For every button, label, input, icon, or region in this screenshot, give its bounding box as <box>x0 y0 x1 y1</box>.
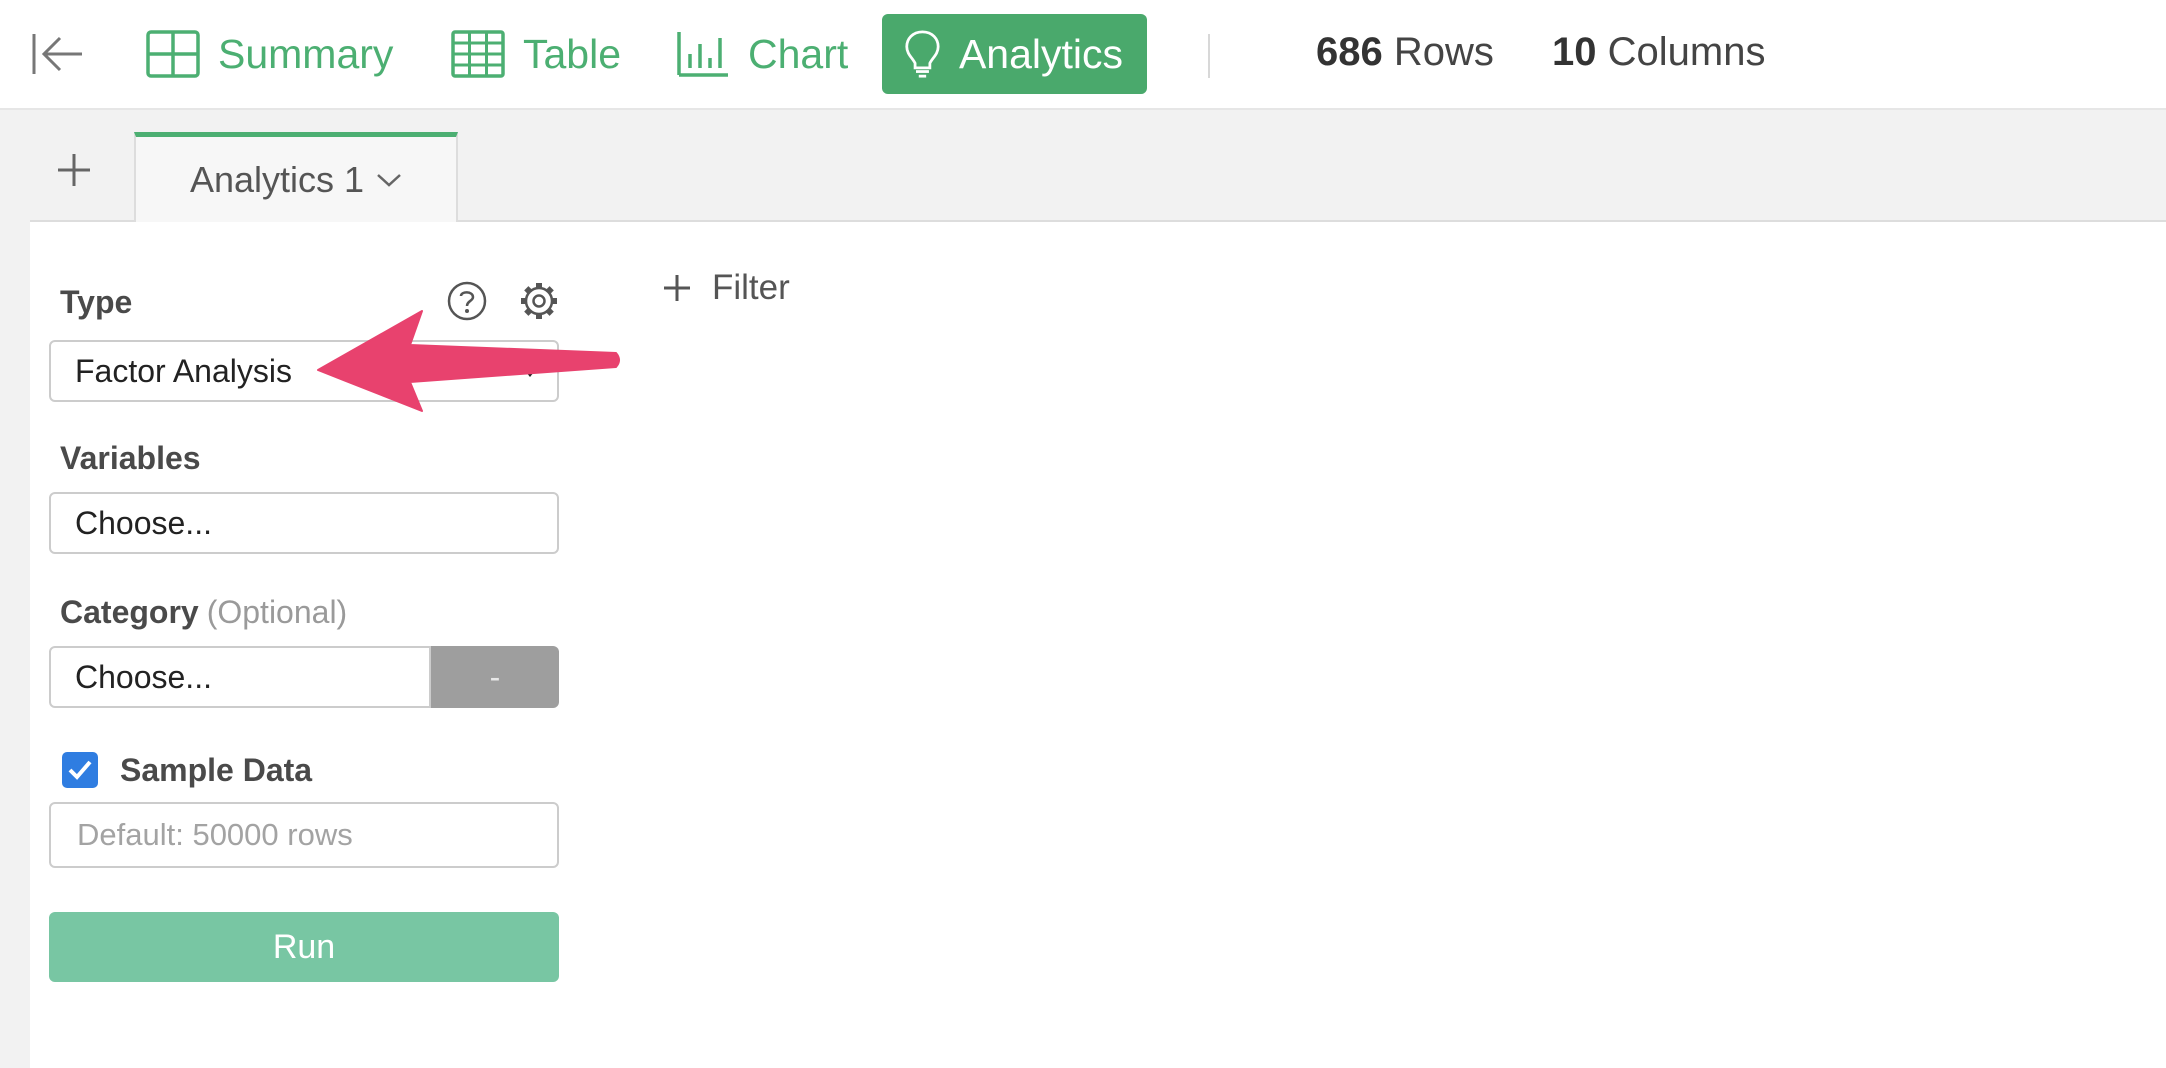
help-icon[interactable] <box>446 280 488 327</box>
select-caret-icon <box>522 367 538 377</box>
nav-table-button[interactable]: Table <box>451 14 621 94</box>
gear-icon[interactable] <box>518 280 560 327</box>
type-label: Type <box>60 284 133 320</box>
category-clear-button[interactable]: - <box>431 646 559 708</box>
rows-count-label: Rows <box>1393 30 1494 74</box>
checkmark-icon <box>68 760 92 780</box>
tab-analytics-1[interactable]: Analytics 1 <box>134 132 458 222</box>
analysis-type-select[interactable]: Factor Analysis <box>49 340 559 402</box>
analysis-type-value: Factor Analysis <box>75 352 292 389</box>
top-toolbar: Summary Table Chart Analytics 686 Rows 1… <box>0 0 2166 110</box>
chevron-down-icon <box>377 173 401 187</box>
nav-analytics-button[interactable]: Analytics <box>882 14 1147 94</box>
nav-summary-label: Summary <box>218 30 394 77</box>
columns-count-stat: 10 Columns <box>1552 30 1765 75</box>
add-filter-button[interactable]: Filter <box>662 268 790 308</box>
run-button[interactable]: Run <box>49 912 559 982</box>
collapse-sidebar-icon[interactable] <box>30 30 86 78</box>
lightbulb-icon <box>905 30 940 78</box>
toolbar-divider <box>1208 34 1210 78</box>
plus-icon <box>664 275 690 301</box>
analytics-settings-panel: Type Factor Analysis Variables Choose... <box>30 222 2166 1068</box>
variables-value: Choose... <box>75 504 212 541</box>
sample-data-checkbox[interactable] <box>62 752 98 788</box>
rows-count-stat: 686 Rows <box>1316 30 1494 75</box>
columns-count-value: 10 <box>1552 30 1597 74</box>
filter-label: Filter <box>712 268 790 307</box>
nav-analytics-label: Analytics <box>958 30 1123 77</box>
category-select[interactable]: Choose... <box>49 646 431 708</box>
table-icon <box>451 30 505 78</box>
variables-select[interactable]: Choose... <box>49 492 559 554</box>
variables-label: Variables <box>60 440 201 476</box>
category-optional-hint: (Optional) <box>206 594 348 630</box>
category-label-text: Category <box>60 594 199 630</box>
tab-label: Analytics 1 <box>189 158 365 200</box>
add-tab-plus-icon[interactable] <box>54 150 94 190</box>
analytics-tab-strip: Analytics 1 <box>30 110 2166 222</box>
columns-count-label: Columns <box>1607 30 1766 74</box>
category-label: Category (Optional) <box>60 594 347 631</box>
rows-count-value: 686 <box>1316 30 1383 74</box>
nav-summary-button[interactable]: Summary <box>146 14 393 94</box>
sample-size-input[interactable] <box>49 802 559 868</box>
nav-table-label: Table <box>523 30 622 77</box>
nav-chart-label: Chart <box>748 30 849 77</box>
grid-icon <box>146 30 200 78</box>
sample-data-label: Sample Data <box>120 752 313 788</box>
category-value: Choose... <box>75 658 212 695</box>
nav-chart-button[interactable]: Chart <box>676 14 848 94</box>
bar-chart-icon <box>677 32 728 77</box>
